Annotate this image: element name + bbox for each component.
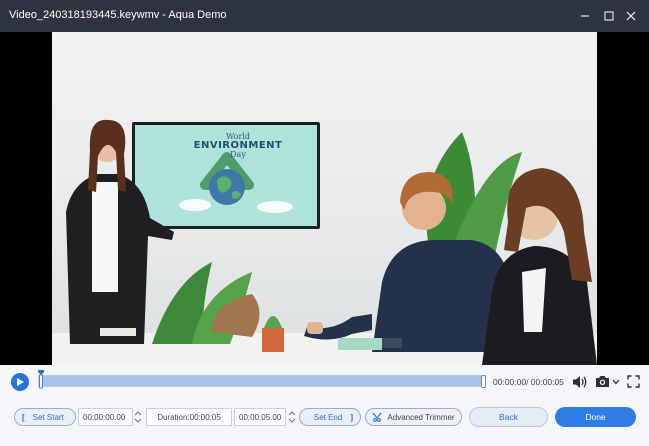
advanced-trimmer-label: Advanced Trimmer bbox=[387, 412, 455, 422]
trimmer-icon bbox=[372, 412, 382, 422]
stepper-arrows-icon bbox=[134, 411, 142, 423]
end-trim-handle[interactable] bbox=[481, 375, 486, 388]
set-end-button[interactable]: Set End ] bbox=[299, 408, 361, 426]
bracket-left-icon: [ bbox=[22, 412, 25, 422]
window-title: Video_240318193445.keywmv - Aqua Demo bbox=[9, 9, 227, 21]
start-time-stepper[interactable] bbox=[133, 408, 143, 426]
end-time-stepper[interactable] bbox=[287, 408, 297, 426]
volume-icon[interactable] bbox=[572, 375, 588, 389]
meeting-scene bbox=[52, 119, 597, 365]
duration-value: Duration:00:00:05 bbox=[157, 412, 221, 422]
set-end-label: Set End bbox=[313, 412, 343, 422]
end-time-value: 00:00:05.00 bbox=[239, 412, 282, 422]
maximize-icon[interactable] bbox=[599, 6, 619, 26]
back-label: Back bbox=[499, 412, 518, 422]
title-bar: Video_240318193445.keywmv - Aqua Demo bbox=[0, 0, 649, 32]
minimize-icon[interactable] bbox=[575, 6, 595, 26]
playhead-marker[interactable] bbox=[38, 370, 44, 390]
camera-icon[interactable] bbox=[595, 375, 610, 388]
video-frame: World ENVIRONMENT Day bbox=[52, 32, 597, 365]
back-button[interactable]: Back bbox=[469, 407, 548, 427]
start-time-field[interactable]: 00:00:00.00 bbox=[78, 408, 133, 426]
set-start-label: Set Start bbox=[32, 412, 64, 422]
trim-bar: [ Set Start 00:00:00.00 Duration:00:00:0… bbox=[0, 400, 649, 446]
end-time-field[interactable]: 00:00:05.00 bbox=[234, 408, 286, 426]
chevron-down-icon[interactable] bbox=[612, 379, 620, 385]
duration-display: Duration:00:00:05 bbox=[146, 408, 232, 426]
play-button[interactable] bbox=[11, 373, 29, 391]
advanced-trimmer-button[interactable]: Advanced Trimmer bbox=[365, 408, 462, 426]
fullscreen-icon[interactable] bbox=[627, 375, 640, 388]
close-icon[interactable] bbox=[621, 6, 641, 26]
playback-bar: 00:00:00/ 00:00:05 bbox=[0, 365, 649, 400]
stepper-arrows-icon bbox=[288, 411, 296, 423]
start-time-value: 00:00:00.00 bbox=[83, 412, 126, 422]
time-readout: 00:00:00/ 00:00:05 bbox=[493, 377, 564, 387]
done-button[interactable]: Done bbox=[555, 407, 636, 427]
timeline-selected-range bbox=[39, 376, 485, 386]
bracket-right-icon: ] bbox=[350, 412, 353, 422]
done-label: Done bbox=[585, 412, 606, 422]
video-preview[interactable]: World ENVIRONMENT Day bbox=[0, 32, 649, 365]
set-start-button[interactable]: [ Set Start bbox=[14, 408, 76, 426]
play-icon bbox=[17, 377, 24, 386]
timeline-track[interactable] bbox=[38, 375, 486, 387]
trim-window: Video_240318193445.keywmv - Aqua Demo Wo… bbox=[0, 0, 649, 446]
